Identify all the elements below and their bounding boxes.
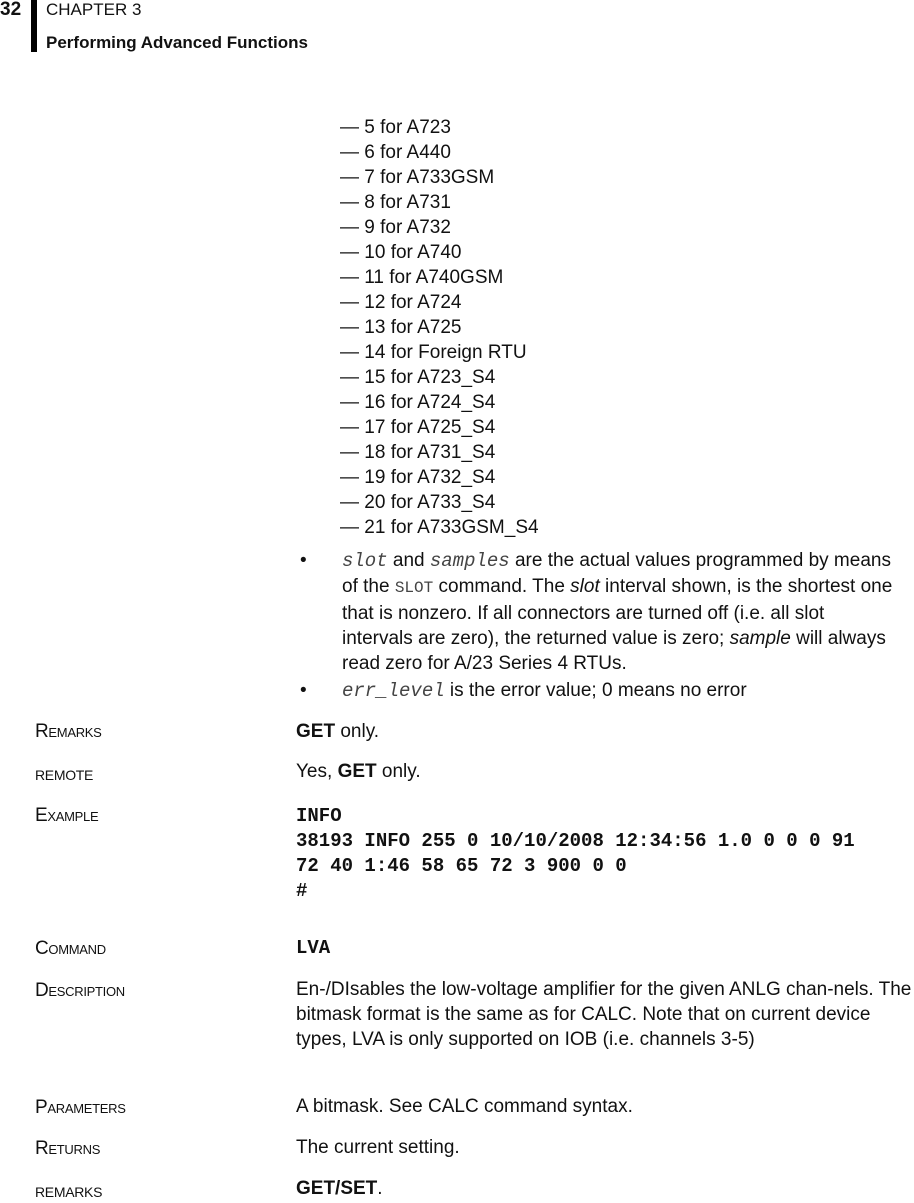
page-number: 32 <box>0 0 22 20</box>
parameters-text: A bitmask. See CALC command syntax. <box>296 1096 633 1117</box>
remarks-label-2: REMARKS <box>35 1184 103 1200</box>
description-text: En-/DIsables the low-voltage amplifier f… <box>296 979 912 1050</box>
bullet-icon: • <box>300 550 307 571</box>
remarks-label: Remarks <box>35 721 102 742</box>
list-item: — 14 for Foreign RTU <box>340 342 527 363</box>
chapter-label: CHAPTER 3 <box>46 0 142 19</box>
text: and <box>387 550 430 571</box>
code-samples: samples <box>429 550 510 572</box>
description-label: Description <box>35 980 125 1001</box>
code-line: # <box>296 880 308 902</box>
parameters-label: Parameters <box>35 1097 126 1118</box>
list-item: — 7 for A733GSM <box>340 167 495 188</box>
bullet-err-level: • err_level is the error value; 0 means … <box>300 678 900 704</box>
remarks-value: GET only. <box>296 719 914 744</box>
bullet-text: err_level is the error value; 0 means no… <box>342 678 900 704</box>
returns-label: Returns <box>35 1138 101 1159</box>
text: command. The <box>433 576 571 597</box>
emphasis: slot <box>570 576 600 597</box>
code-err-level: err_level <box>342 680 445 702</box>
text: . <box>377 1178 383 1199</box>
list-item: — 13 for A725 <box>340 317 462 338</box>
device-type-list: — 5 for A723 — 6 for A440 — 7 for A733GS… <box>340 115 539 540</box>
list-item: — 20 for A733_S4 <box>340 492 496 513</box>
list-item: — 19 for A732_S4 <box>340 467 496 488</box>
emphasis: sample <box>729 628 791 649</box>
text: only. <box>376 761 421 782</box>
header-rule <box>31 0 37 52</box>
example-code: INFO 38193 INFO 255 0 10/10/2008 12:34:5… <box>296 804 914 904</box>
list-item: — 8 for A731 <box>340 192 451 213</box>
code-slot: slot <box>342 550 388 572</box>
list-item: — 21 for A733GSM_S4 <box>340 517 539 538</box>
bullet-icon: • <box>300 680 307 701</box>
command-name: LVA <box>296 937 331 959</box>
list-item: — 15 for A723_S4 <box>340 367 496 388</box>
list-item: — 17 for A725_S4 <box>340 417 496 438</box>
code-line: 72 40 1:46 58 65 72 3 900 0 0 <box>296 855 627 877</box>
text: only. <box>335 721 380 742</box>
list-item: — 10 for A740 <box>340 242 462 263</box>
remote-label: REMOTE <box>35 767 94 783</box>
bullet-slot: • slot and samples are the actual values… <box>300 548 900 676</box>
keyword: GET <box>337 761 377 782</box>
code-line: INFO <box>296 805 342 827</box>
keyword: GET/SET <box>296 1178 378 1199</box>
list-item: — 6 for A440 <box>340 142 451 163</box>
code-slot-command: SLOT <box>394 579 434 597</box>
list-item: — 5 for A723 <box>340 117 451 138</box>
section-title: Performing Advanced Functions <box>46 33 308 52</box>
example-label: Example <box>35 805 99 826</box>
remarks-value-2: GET/SET. <box>296 1176 914 1201</box>
command-label: Command <box>35 938 106 959</box>
text: is the error value; 0 means no error <box>444 680 747 701</box>
list-item: — 12 for A724 <box>340 292 462 313</box>
remote-value: Yes, GET only. <box>296 759 914 784</box>
text: Yes, <box>296 761 338 782</box>
list-item: — 9 for A732 <box>340 217 451 238</box>
list-item: — 11 for A740GSM <box>340 267 504 288</box>
list-item: — 16 for A724_S4 <box>340 392 496 413</box>
bullet-text: slot and samples are the actual values p… <box>342 548 900 676</box>
returns-text: The current setting. <box>296 1137 460 1158</box>
code-line: 38193 INFO 255 0 10/10/2008 12:34:56 1.0… <box>296 830 855 852</box>
keyword: GET <box>296 721 336 742</box>
list-item: — 18 for A731_S4 <box>340 442 496 463</box>
